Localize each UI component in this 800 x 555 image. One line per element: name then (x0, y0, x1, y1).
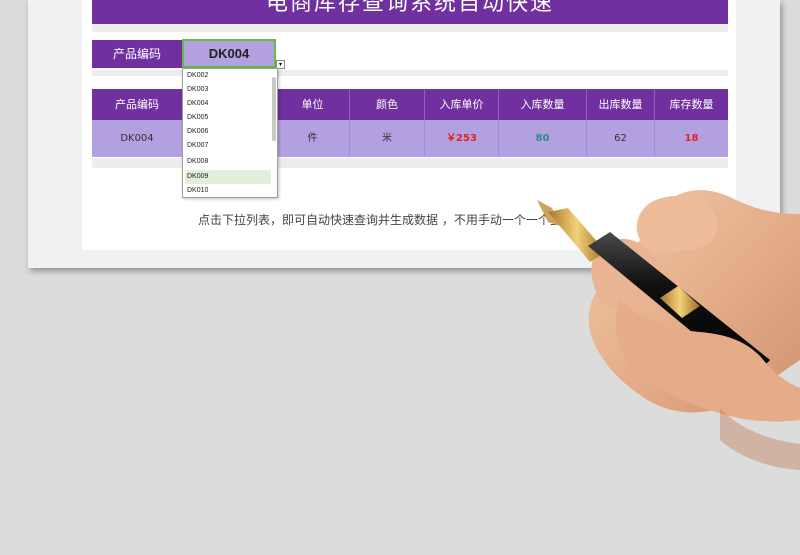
index-finger-shape (636, 195, 718, 252)
pen-grip (548, 208, 606, 262)
hand-with-pen-illustration (537, 190, 800, 470)
